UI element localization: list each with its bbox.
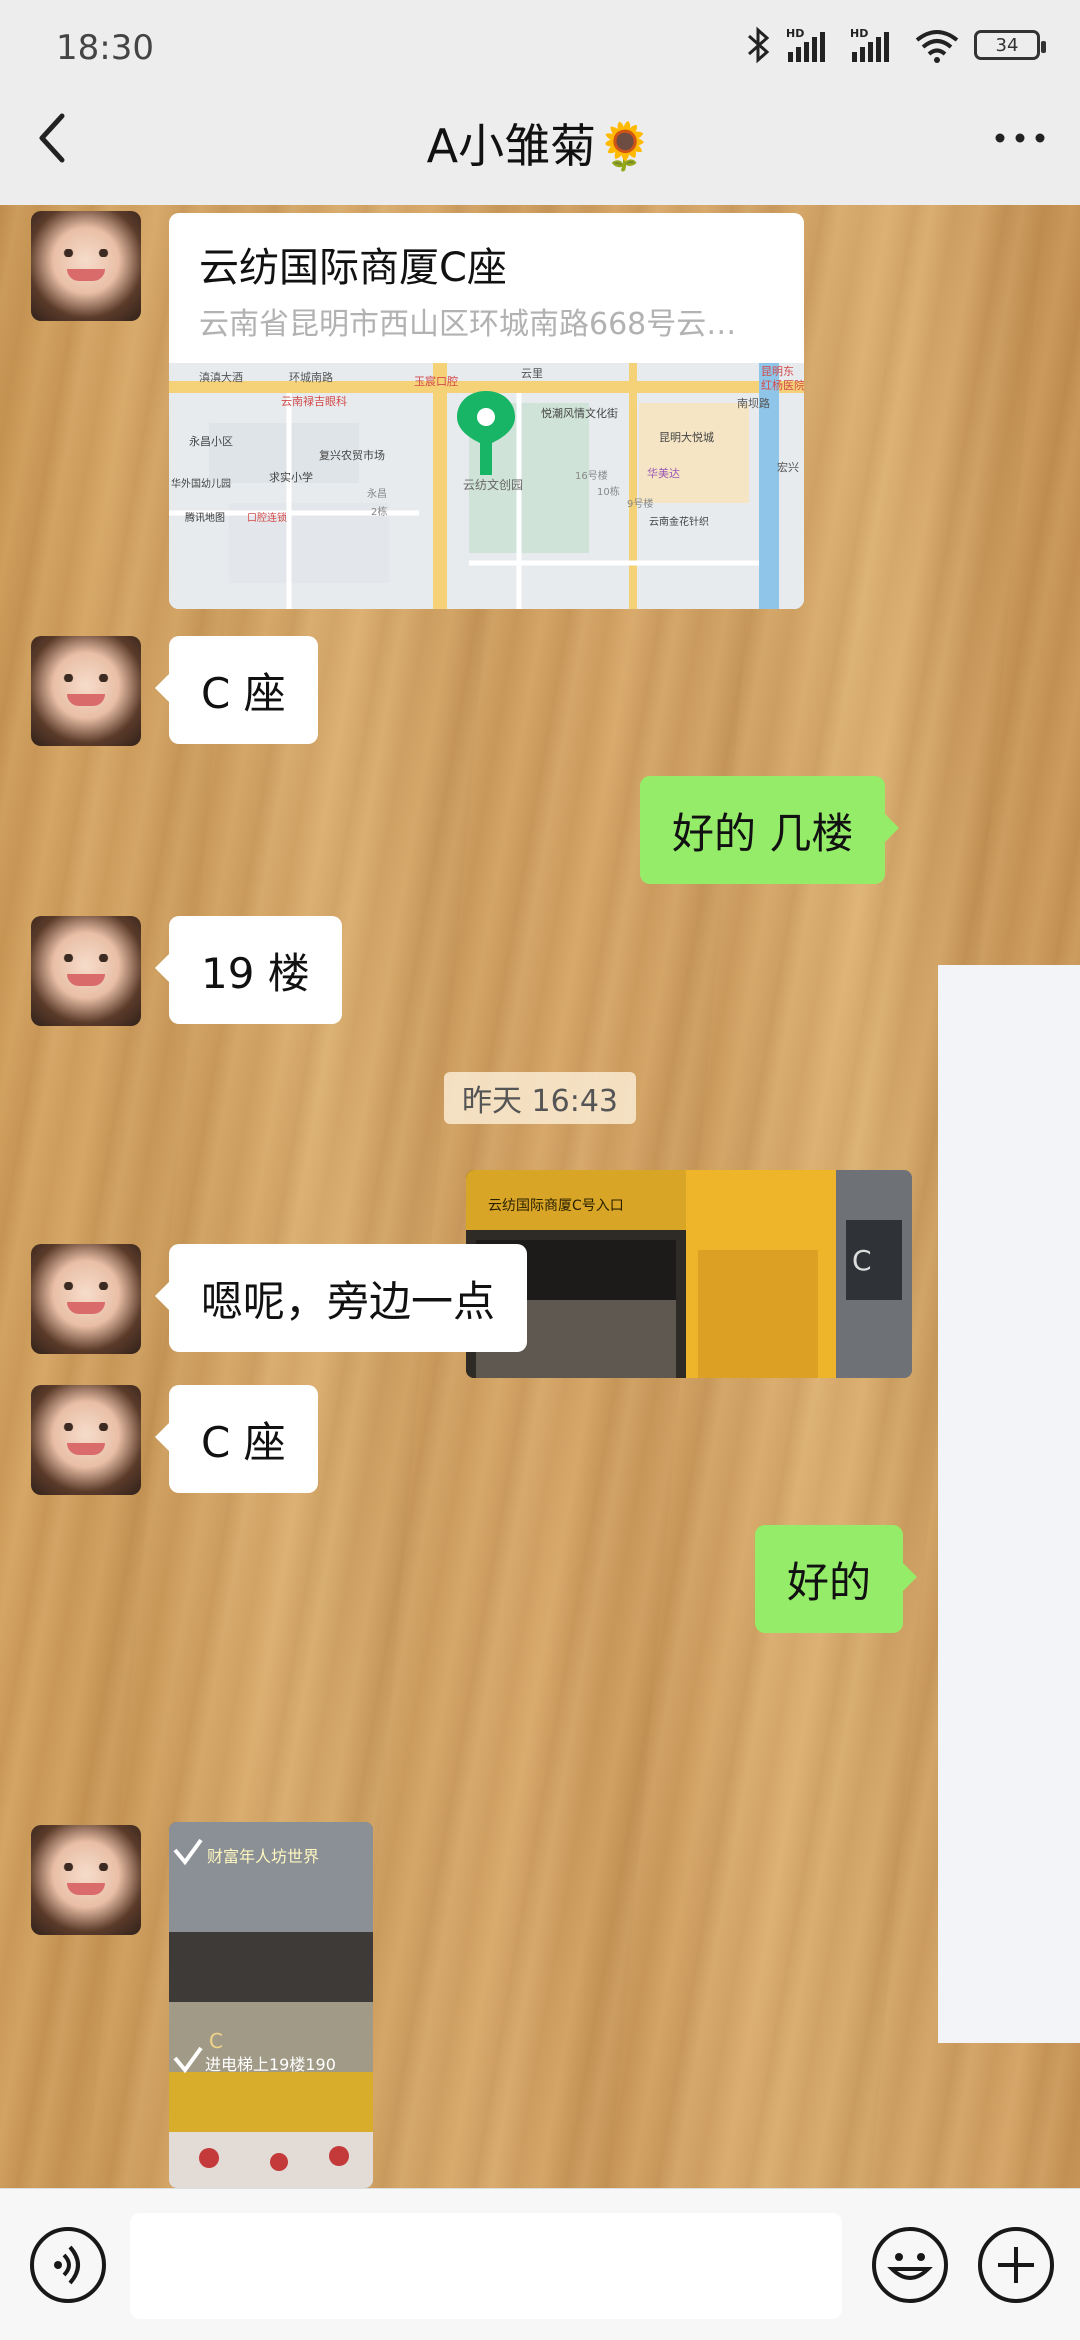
emoji-icon [887, 2253, 933, 2280]
map-label: 华美达 [647, 466, 680, 480]
location-title: 云纺国际商厦C座 [199, 245, 507, 291]
message-text: 好的 [787, 1557, 872, 1607]
battery-icon: 34 [974, 30, 1046, 60]
voice-icon [54, 2245, 80, 2285]
map-label: 昆明东 [761, 365, 794, 378]
map-label: 腾讯地图 [185, 511, 225, 524]
emoji-button[interactable] [872, 2227, 948, 2303]
map-label: 华外国幼儿园 [171, 477, 231, 490]
svg-text:HD: HD [786, 27, 804, 40]
message-bubble[interactable]: 19 楼 [155, 916, 342, 1024]
wifi-icon [915, 30, 959, 63]
photo-message[interactable]: 财富年人坊世界 C 进电梯上19楼190 [169, 1822, 373, 2188]
message-text: C 座 [201, 668, 286, 718]
photo-caption: 进电梯上19楼190 [205, 2055, 336, 2074]
map-label: 云里 [521, 367, 543, 380]
svg-text:云纺国际商厦C号入口: 云纺国际商厦C号入口 [488, 1198, 624, 1214]
message-bubble[interactable]: 嗯呢，旁边一点 [154, 1244, 528, 1352]
message-input[interactable] [130, 2213, 842, 2319]
map-label: 复兴农贸市场 [319, 448, 385, 462]
contact-avatar[interactable] [31, 1385, 141, 1495]
map-label: 9号楼 [627, 497, 653, 510]
message-bubble[interactable]: C 座 [155, 1385, 318, 1493]
message-text: 嗯呢，旁边一点 [201, 1276, 496, 1326]
message-bubble-self[interactable]: 好的 几楼 [640, 776, 900, 884]
map-label: 10栋 [597, 485, 620, 498]
directions-photo: 财富年人坊世界 C 进电梯上19楼190 [169, 1822, 373, 2188]
hd-signal-icon: HD [786, 27, 825, 62]
input-bar [0, 2188, 1080, 2340]
building-photo: 云纺国际商厦C号入口 C [466, 1170, 912, 1378]
svg-text:HD: HD [850, 27, 868, 40]
side-panel [938, 965, 1080, 2043]
map-label: 云南金花针织 [649, 515, 709, 528]
more-options-button[interactable] [990, 118, 1050, 158]
plus-button[interactable] [978, 2227, 1054, 2303]
status-time: 18:30 [56, 28, 154, 68]
map-label: 求实小学 [269, 470, 313, 484]
location-map: 滇滇大酒 环城南路 云南禄吉眼科 玉宸口腔 云里 悦潮风情文化街 昆明东 红杨医… [169, 363, 804, 609]
voice-button[interactable] [30, 2227, 106, 2303]
bluetooth-icon [748, 26, 770, 64]
map-label: 昆明大悦城 [659, 430, 714, 444]
message-text: C 座 [201, 1417, 286, 1467]
contact-avatar[interactable] [31, 211, 141, 321]
map-label: 红杨医院 [761, 378, 804, 392]
location-address: 云南省昆明市西山区环城南路668号云… [199, 307, 737, 342]
map-label: 云纺文创园 [463, 477, 523, 492]
map-label: 宏兴 [777, 460, 799, 474]
chat-area[interactable]: 云纺国际商厦C座 云南省昆明市西山区环城南路668号云… 滇滇大酒 环城南路 云… [0, 205, 1080, 2188]
map-label: 2栋 [371, 505, 387, 518]
map-label: 永昌小区 [189, 434, 233, 448]
message-bubble[interactable]: C 座 [155, 636, 318, 744]
map-label: 环城南路 [289, 371, 333, 384]
photo-message[interactable]: 云纺国际商厦C号入口 C [466, 1170, 912, 1378]
photo-caption: C [209, 2029, 223, 2053]
map-label: 云南禄吉眼科 [281, 394, 347, 408]
svg-text:C: C [852, 1244, 872, 1277]
message-bubble-self[interactable]: 好的 [755, 1525, 918, 1633]
message-text: 19 楼 [201, 948, 310, 998]
photo-caption: 财富年人坊世界 [207, 1847, 319, 1866]
location-card[interactable]: 云纺国际商厦C座 云南省昆明市西山区环城南路668号云… 滇滇大酒 环城南路 云… [169, 213, 804, 609]
status-icons: HD HD 34 [746, 26, 1046, 64]
map-label: 悦潮风情文化街 [541, 406, 618, 420]
contact-avatar[interactable] [31, 1244, 141, 1354]
contact-avatar[interactable] [31, 1825, 141, 1935]
map-label: 永昌 [367, 487, 387, 500]
hd-signal-icon: HD [850, 27, 889, 62]
contact-avatar[interactable] [31, 636, 141, 746]
map-label: 16号楼 [575, 469, 608, 482]
map-label: 玉宸口腔 [414, 374, 458, 388]
chat-title: A小雏菊🌻 [426, 119, 654, 173]
map-label: 口腔连锁 [247, 511, 287, 524]
map-label: 滇滇大酒 [199, 370, 243, 384]
map-label: 南坝路 [737, 396, 770, 410]
timestamp-badge: 昨天 16:43 [444, 1072, 636, 1124]
top-bar: 18:30 HD HD 34 A小雏菊🌻 [0, 0, 1080, 205]
message-text: 好的 几楼 [672, 808, 854, 858]
plus-icon [998, 2247, 1034, 2283]
contact-avatar[interactable] [31, 916, 141, 1026]
